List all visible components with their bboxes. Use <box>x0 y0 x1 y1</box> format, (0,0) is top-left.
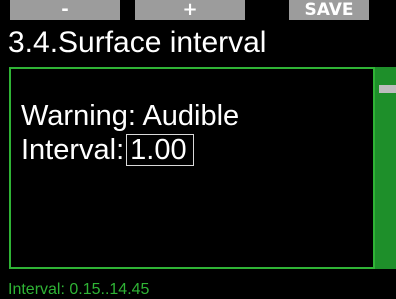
scrollbar[interactable] <box>373 67 396 269</box>
interval-value-field[interactable]: 1.00 <box>126 134 194 166</box>
interval-range-hint: Interval: 0.15..14.45 <box>8 281 150 298</box>
interval-label: Interval: <box>21 134 125 166</box>
warning-value: Audible <box>142 100 240 132</box>
page-title: 3.4.Surface interval <box>8 26 267 59</box>
warning-row[interactable]: Warning: Audible <box>21 99 239 133</box>
interval-row[interactable]: Interval: 1.00 <box>21 133 194 167</box>
decrease-button[interactable]: - <box>10 0 120 20</box>
save-button[interactable]: SAVE <box>289 0 369 20</box>
scrollbar-thumb[interactable] <box>379 85 396 93</box>
increase-button[interactable]: + <box>135 0 245 20</box>
settings-panel: Warning: Audible Interval: 1.00 <box>9 67 375 269</box>
warning-label: Warning: <box>21 100 136 132</box>
